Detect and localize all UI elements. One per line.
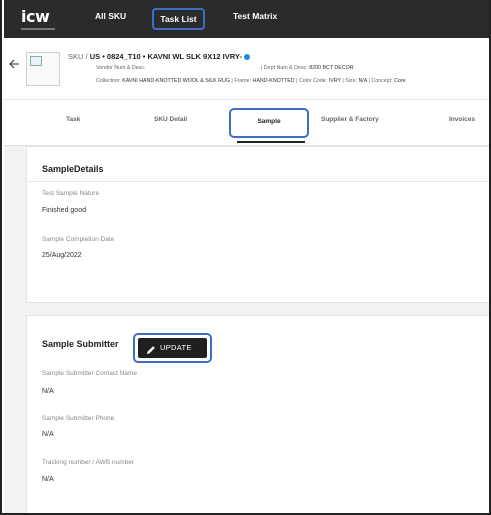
sku-title: SKU / US • 0824_T10 • KAVNI WL SLK 9X12 … [68, 52, 250, 61]
frame-value: HAND-KNOTTED [252, 78, 295, 84]
sku-title-text: US • 0824_T10 • KAVNI WL SLK 9X12 IVRY- [89, 52, 242, 61]
update-button[interactable]: UPDATE [133, 333, 212, 363]
concept-label: | Concept: [368, 78, 393, 84]
card-divider [27, 181, 489, 182]
pencil-icon [146, 343, 156, 354]
sku-tabs: Task SKU Detail Sample Supplier & Factor… [4, 100, 489, 146]
app-frame: icw All SKU Task List Test Matrix SKU / … [0, 0, 491, 515]
submitter-contact-name-label: Sample Submitter Contact Name [42, 370, 138, 377]
tab-sku-detail[interactable]: SKU Detail [154, 116, 187, 123]
sku-header: SKU / US • 0824_T10 • KAVNI WL SLK 9X12 … [4, 38, 489, 100]
logo-text: icw [21, 7, 50, 26]
submitter-phone-value: N/A [42, 431, 54, 438]
sku-thumbnail [26, 52, 60, 86]
color-label: | Color Code: [296, 78, 328, 84]
tab-invoices[interactable]: Invoices [449, 116, 475, 123]
sample-details-card: SampleDetails Test Sample Nature Finishe… [26, 146, 489, 303]
active-tab-indicator [237, 141, 305, 143]
update-button-inner[interactable]: UPDATE [138, 338, 207, 358]
sample-completion-date-value: 25/Aug/2022 [42, 252, 82, 259]
size-label: | Size: [342, 78, 357, 84]
tab-supplier-factory[interactable]: Supplier & Factory [321, 116, 379, 123]
collection-value: KAVNI HAND-KNOTTED WOOL & SILK RUG [122, 78, 230, 84]
collection-label: Collection: [96, 78, 121, 84]
dept-label: | Dept Num & Desc: [261, 65, 308, 71]
nav-all-sku[interactable]: All SKU [95, 11, 126, 21]
color-value: IVRY [328, 78, 341, 84]
status-dot-icon [243, 54, 250, 61]
nav-test-matrix[interactable]: Test Matrix [233, 11, 277, 21]
concept-value: Core [394, 78, 406, 84]
frame-label: | Frame: [231, 78, 252, 84]
size-value: N/A [358, 78, 368, 84]
icw-logo[interactable]: icw [21, 8, 61, 32]
dept-value: 8200 BCT DECOR [309, 65, 354, 71]
sample-submitter-title: Sample Submitter [42, 339, 119, 349]
vendor-meta: Vendor Num & Desc: [96, 65, 145, 71]
tab-sample[interactable]: Sample [229, 108, 309, 138]
submitter-phone-label: Sample Submitter Phone [42, 415, 115, 422]
vendor-label: Vendor Num & Desc: [96, 65, 146, 71]
tab-task[interactable]: Task [66, 116, 80, 123]
sample-details-title: SampleDetails [42, 164, 104, 174]
logo-underline [21, 28, 55, 30]
sample-submitter-card: Sample Submitter UPDATE Sample Submitter… [26, 315, 489, 513]
back-arrow-icon[interactable] [8, 58, 20, 70]
tracking-number-label: Tracking number / AWB number [42, 459, 134, 466]
dept-meta: | Dept Num & Desc: 8200 BCT DECOR [261, 65, 354, 71]
collection-meta: Collection: KAVNI HAND-KNOTTED WOOL & SI… [96, 78, 406, 84]
sku-prefix: SKU / [68, 52, 90, 61]
tracking-number-value: N/A [42, 476, 54, 483]
test-sample-nature-label: Test Sample Nature [42, 190, 100, 197]
top-nav-bar: icw All SKU Task List Test Matrix [4, 0, 489, 38]
nav-task-list[interactable]: Task List [152, 8, 205, 30]
submitter-contact-name-value: N/A [42, 388, 54, 395]
sample-completion-date-label: Sample Completion Date [42, 236, 115, 243]
update-label: UPDATE [160, 343, 192, 352]
test-sample-nature-value: Finished good [42, 207, 86, 214]
